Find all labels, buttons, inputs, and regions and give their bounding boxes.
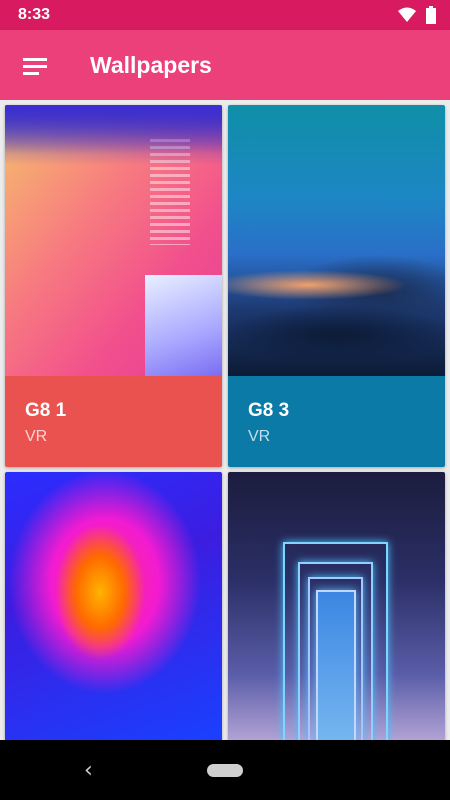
app-bar: Wallpapers — [0, 30, 450, 100]
battery-icon — [426, 6, 436, 24]
back-icon[interactable]: ‹ — [84, 758, 93, 783]
status-bar: 8:33 — [0, 0, 450, 30]
status-icons — [398, 6, 436, 24]
wallpaper-neon-frame — [316, 590, 356, 742]
wallpaper-thumbnail — [228, 105, 445, 376]
status-time: 8:33 — [18, 6, 51, 23]
page-title: Wallpapers — [90, 52, 212, 78]
wallpaper-card-footer: G8 3 VR — [228, 376, 445, 467]
wallpaper-thumbnail-shade — [5, 105, 222, 165]
wallpaper-grid: G8 1 VR G8 3 VR — [0, 100, 450, 742]
system-nav-bar: ‹ — [0, 740, 450, 800]
wallpaper-title: G8 1 — [25, 400, 67, 421]
wallpaper-card-footer: G8 1 VR — [5, 376, 222, 467]
wallpaper-card[interactable]: G8 3 VR — [228, 105, 445, 467]
wallpaper-thumbnail — [5, 105, 222, 376]
hamburger-menu-icon — [23, 58, 47, 75]
wallpaper-card[interactable] — [5, 472, 222, 742]
wallpaper-cloud — [228, 305, 445, 365]
wifi-icon — [398, 7, 416, 22]
wallpaper-thumbnail-light — [145, 275, 222, 376]
wallpaper-category: VR — [248, 428, 271, 445]
menu-button[interactable] — [20, 52, 50, 80]
wallpaper-card[interactable]: G8 1 VR — [5, 105, 222, 467]
wallpaper-thumbnail — [5, 472, 222, 742]
wallpaper-card[interactable] — [228, 472, 445, 742]
home-pill-icon[interactable] — [207, 764, 243, 777]
wallpaper-thumbnail — [228, 472, 445, 742]
wallpaper-category: VR — [25, 428, 48, 445]
wallpaper-title: G8 3 — [248, 400, 290, 421]
